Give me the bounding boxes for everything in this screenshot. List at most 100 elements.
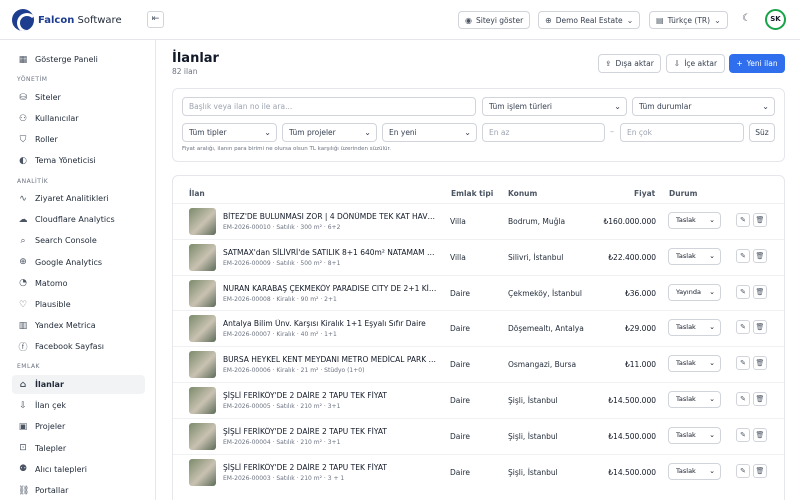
- listing-thumbnail[interactable]: [189, 422, 216, 450]
- trash-icon[interactable]: 🗑: [753, 320, 767, 335]
- collapse-sidebar-button[interactable]: ⇤: [147, 11, 164, 28]
- type-filter-select[interactable]: Tüm tipler ⌄: [182, 123, 277, 142]
- listing-thumbnail[interactable]: [189, 208, 216, 235]
- listing-title[interactable]: BURSA HEYKEL KENT MEYDANI METRO MEDİCAL …: [223, 355, 437, 364]
- sidebar-item-cloudflare-analytics[interactable]: ☁ Cloudflare Analytics: [12, 210, 145, 229]
- column-header-price[interactable]: Fiyat: [634, 189, 655, 198]
- column-header-type[interactable]: Emlak tipi: [451, 189, 493, 198]
- status-filter-select[interactable]: Tüm durumlar ⌄: [632, 97, 775, 116]
- sidebar-item-label: Alıcı talepleri: [35, 464, 87, 474]
- sort-select[interactable]: En yeni ⌄: [382, 123, 477, 142]
- status-select[interactable]: Yayında ⌄: [668, 283, 721, 301]
- table-row[interactable]: NURAN KARABAŞ ÇEKMEKÖY PARADISE CITY DE …: [173, 274, 784, 310]
- listing-meta: EM-2026-00006 · Kiralık · 21 m² · Stüdyo…: [223, 367, 365, 375]
- edit-icon[interactable]: ✎: [736, 356, 750, 371]
- sidebar-item-tema-yöneticisi[interactable]: ◐ Tema Yöneticisi: [12, 151, 145, 170]
- max-price-input[interactable]: En çok: [620, 123, 744, 142]
- sidebar-item-search-console[interactable]: ⌕ Search Console: [12, 231, 145, 250]
- status-select[interactable]: Taslak ⌄: [668, 212, 721, 229]
- edit-icon[interactable]: ✎: [736, 248, 750, 263]
- sidebar-item-i-lanlar[interactable]: ⌂ İlanlar: [12, 375, 145, 394]
- location: Bodrum, Muğla: [508, 217, 566, 226]
- sidebar-item-google-analytics[interactable]: ⊕ Google Analytics: [12, 253, 145, 272]
- view-site-button[interactable]: ◉ Siteyi göster: [458, 11, 531, 29]
- trash-icon[interactable]: 🗑: [753, 463, 767, 478]
- sidebar-item-yandex-metrica[interactable]: ▥ Yandex Metrica: [12, 316, 145, 335]
- transaction-type-select[interactable]: Tüm işlem türleri ⌄: [482, 97, 627, 116]
- sidebar-item-matomo[interactable]: ◔ Matomo: [12, 274, 145, 293]
- status-select[interactable]: Taslak ⌄: [668, 426, 721, 444]
- chevron-down-icon: ⌄: [626, 15, 634, 25]
- column-header-listing[interactable]: İlan: [189, 189, 205, 198]
- sidebar-item-talepler[interactable]: ⊡ Talepler: [12, 439, 145, 458]
- edit-icon[interactable]: ✎: [736, 463, 750, 478]
- table-row[interactable]: ŞİŞLİ FERİKÖY'DE 2 DAİRE 2 TAPU TEK FİYA…: [173, 453, 784, 489]
- sidebar-item-alıcı-talepleri[interactable]: ⚉ Alıcı talepleri: [12, 460, 145, 479]
- new-listing-button[interactable]: + Yeni ilan: [729, 54, 785, 73]
- listing-title[interactable]: BİTEZ'DE BULUNMASI ZOR | 4 DÖNÜMDE TEK K…: [223, 212, 437, 221]
- trash-icon[interactable]: 🗑: [753, 248, 767, 263]
- moon-icon[interactable]: ☾: [742, 13, 751, 24]
- sidebar-item-label: Yandex Metrica: [35, 321, 96, 331]
- sidebar-item-kullanıcılar[interactable]: ⚇ Kullanıcılar: [12, 109, 145, 128]
- sidebar-item-plausible[interactable]: ♡ Plausible: [12, 295, 145, 314]
- sidebar-item-dashboard[interactable]: ▦ Gösterge Paneli: [12, 50, 145, 69]
- sidebar-item-facebook-sayfası[interactable]: ⓕ Facebook Sayfası: [12, 337, 145, 356]
- table-row[interactable]: BİTEZ'DE BULUNMASI ZOR | 4 DÖNÜMDE TEK K…: [173, 203, 784, 238]
- edit-icon[interactable]: ✎: [736, 284, 750, 299]
- status-select[interactable]: Taslak ⌄: [668, 247, 721, 265]
- sidebar-item-portallar[interactable]: ⛓ Portallar: [12, 481, 145, 500]
- project-filter-select[interactable]: Tüm projeler ⌄: [282, 123, 377, 142]
- listing-thumbnail[interactable]: [189, 458, 216, 486]
- sidebar-item-projeler[interactable]: ▣ Projeler: [12, 417, 145, 436]
- listing-thumbnail[interactable]: [189, 243, 216, 271]
- listing-thumbnail[interactable]: [189, 387, 216, 414]
- trash-icon[interactable]: 🗑: [753, 284, 767, 299]
- status-select[interactable]: Taslak ⌄: [668, 391, 721, 408]
- listing-thumbnail[interactable]: [189, 315, 216, 343]
- status-select[interactable]: Taslak ⌄: [668, 355, 721, 373]
- listing-thumbnail[interactable]: [189, 279, 216, 307]
- table-row[interactable]: ŞİŞLİ FERİKÖY'DE 2 DAİRE 2 TAPU TEK FİYA…: [173, 382, 784, 417]
- import-button[interactable]: ⇩ İçe aktar: [666, 54, 725, 73]
- search-input[interactable]: Başlık veya ilan no ile ara...: [182, 97, 476, 116]
- listing-title[interactable]: ŞİŞLİ FERİKÖY'DE 2 DAİRE 2 TAPU TEK FİYA…: [223, 463, 437, 472]
- listing-title[interactable]: SATMAX'dan SİLİVRİ'de SATILIK 8+1 640m² …: [223, 248, 437, 257]
- trash-icon[interactable]: 🗑: [753, 356, 767, 371]
- chevron-down-icon: ⌄: [709, 287, 715, 296]
- status-select[interactable]: Taslak ⌄: [668, 319, 721, 337]
- trash-icon[interactable]: 🗑: [753, 392, 767, 406]
- table-row[interactable]: ŞİŞLİ FERİKÖY'DE 2 DAİRE 2 TAPU TEK FİYA…: [173, 417, 784, 453]
- filter-button[interactable]: Süz: [749, 123, 775, 142]
- status-select[interactable]: Taslak ⌄: [668, 462, 721, 480]
- sort-label: En yeni: [389, 128, 417, 137]
- trash-icon[interactable]: 🗑: [753, 213, 767, 227]
- min-price-input[interactable]: En az: [482, 123, 605, 142]
- chevron-down-icon: ⌄: [709, 466, 715, 475]
- database-icon: ⛁: [19, 92, 27, 103]
- table-row[interactable]: BURSA HEYKEL KENT MEYDANI METRO MEDİCAL …: [173, 346, 784, 381]
- edit-icon[interactable]: ✎: [736, 213, 750, 227]
- trash-icon[interactable]: 🗑: [753, 427, 767, 442]
- edit-icon[interactable]: ✎: [736, 427, 750, 442]
- listing-title[interactable]: NURAN KARABAŞ ÇEKMEKÖY PARADISE CITY DE …: [223, 284, 437, 293]
- edit-icon[interactable]: ✎: [736, 320, 750, 335]
- listing-thumbnail[interactable]: [189, 351, 216, 379]
- export-button[interactable]: ⇪ Dışa aktar: [598, 54, 661, 73]
- listing-title[interactable]: Antalya Bilim Ünv. Karşısı Kiralık 1+1 E…: [223, 319, 437, 328]
- edit-icon[interactable]: ✎: [736, 392, 750, 406]
- sidebar-item-i-lan-çek[interactable]: ⇩ İlan çek: [12, 396, 145, 415]
- sidebar-item-roller[interactable]: ⛉ Roller: [12, 130, 145, 149]
- brand[interactable]: Falcon Software: [12, 9, 122, 31]
- site-select[interactable]: ⊕ Demo Real Estate ⌄: [538, 11, 641, 29]
- avatar[interactable]: SK: [765, 9, 786, 30]
- listing-title[interactable]: ŞİŞLİ FERİKÖY'DE 2 DAİRE 2 TAPU TEK FİYA…: [223, 391, 437, 400]
- table-row[interactable]: SATMAX'dan SİLİVRİ'de SATILIK 8+1 640m² …: [173, 238, 784, 274]
- listing-title[interactable]: ŞİŞLİ FERİKÖY'DE 2 DAİRE 2 TAPU TEK FİYA…: [223, 427, 437, 436]
- column-header-location[interactable]: Konum: [508, 189, 537, 198]
- sidebar-item-ziyaret-analitikleri[interactable]: ∿ Ziyaret Analitikleri: [12, 189, 145, 208]
- table-row[interactable]: Antalya Bilim Ünv. Karşısı Kiralık 1+1 E…: [173, 310, 784, 345]
- sidebar-item-siteler[interactable]: ⛁ Siteler: [12, 88, 145, 107]
- column-header-status[interactable]: Durum: [669, 189, 697, 198]
- language-select[interactable]: ▤ Türkçe (TR) ⌄: [649, 11, 728, 29]
